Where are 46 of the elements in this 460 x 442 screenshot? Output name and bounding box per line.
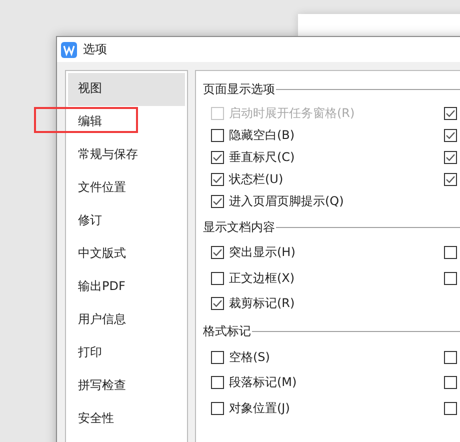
sidebar-item[interactable]: 常规与保存 [68,139,185,172]
sidebar-item[interactable]: 中文版式 [68,238,185,271]
sidebar-item[interactable]: 编辑 [68,106,185,139]
window-title: 选项 [83,41,107,58]
checkbox-label: 隐藏空白(B) [229,126,295,144]
checkbox[interactable] [444,246,457,260]
checkbox[interactable] [444,376,457,390]
checkbox-label: 空格(S) [229,348,270,366]
section-title: 显示文档内容 [203,218,275,236]
checkbox-label: 启动时展开任务窗格(R) [229,104,355,122]
checkbox-label: 垂直标尺(C) [229,148,295,166]
checkbox[interactable] [444,350,457,364]
checkbox[interactable] [444,128,457,142]
checkbox[interactable] [211,150,224,164]
checkbox-label: 状态栏(U) [229,170,284,188]
sidebar-item[interactable]: 打印 [68,337,185,370]
checkbox-label: 进入页眉页脚提示(Q) [229,192,344,210]
checkbox[interactable] [444,172,457,186]
sidebar-item[interactable]: 用户信息 [68,304,185,337]
section-title: 格式标记 [203,323,251,340]
checkbox-label: 段落标记(M) [229,374,297,392]
sidebar-item[interactable]: 修订 [68,205,185,238]
checkbox[interactable] [211,272,224,285]
checkbox[interactable] [211,297,224,310]
checkbox-label: 突出显示(H) [229,244,296,262]
sidebar-item[interactable]: 拼写检查 [68,370,185,403]
sidebar-item[interactable]: 视图 [68,73,185,106]
checkbox[interactable] [444,402,457,415]
sidebar-item[interactable]: 安全性 [68,403,185,436]
sidebar-item[interactable]: 输出PDF [68,271,185,304]
checkbox[interactable] [211,128,224,142]
section-title: 页面显示选项 [203,80,275,98]
sidebar-item[interactable]: 文件位置 [68,172,185,205]
checkbox[interactable] [444,272,457,285]
checkbox-label: 裁剪标记(R) [229,295,295,312]
checkbox-label: 对象位置(J) [229,400,290,417]
checkbox[interactable] [211,246,224,260]
checkbox[interactable] [211,194,224,208]
checkbox[interactable] [211,402,224,415]
app-logo-icon [61,42,77,58]
checkbox[interactable] [211,350,224,364]
checkbox-label: 正文边框(X) [229,270,295,287]
checkbox[interactable] [444,106,457,120]
checkbox[interactable] [211,172,224,186]
checkbox[interactable] [444,150,457,164]
checkbox[interactable] [211,376,224,390]
